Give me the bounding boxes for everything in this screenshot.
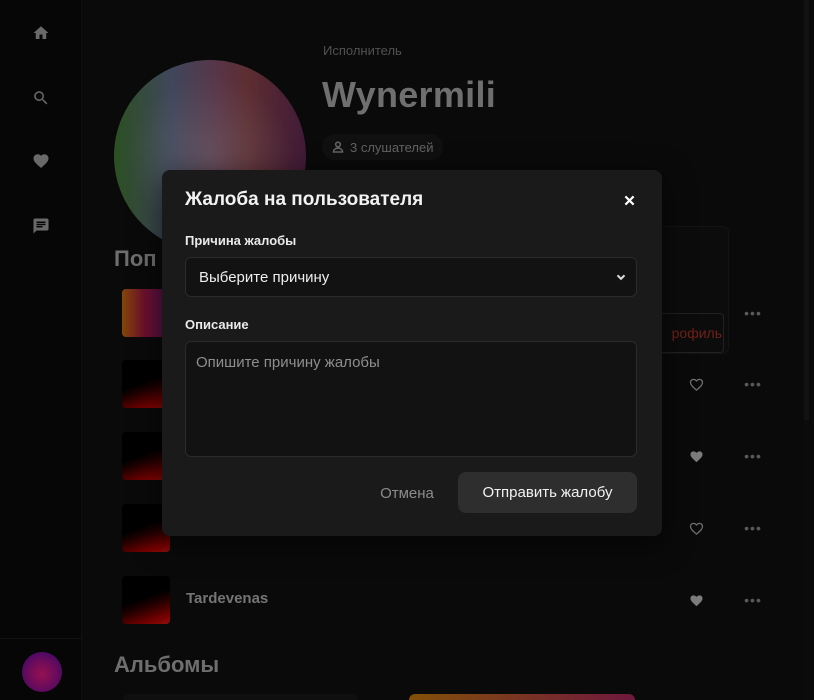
dialog-title: Жалоба на пользователя <box>185 189 424 210</box>
description-label: Описание <box>185 317 249 332</box>
app-window: Исполнитель Wynermili 3 слушателей Поп р… <box>0 0 814 700</box>
submit-report-button[interactable]: Отправить жалобу <box>458 472 637 513</box>
reason-select-value: Выберите причину <box>199 268 330 286</box>
cancel-button[interactable]: Отмена <box>367 473 447 513</box>
report-user-dialog: Жалоба на пользователя Причина жалобы Вы… <box>162 170 662 536</box>
chevron-down-icon <box>614 270 628 284</box>
dialog-close-button[interactable] <box>620 191 638 209</box>
close-icon <box>624 195 634 205</box>
description-textarea[interactable] <box>185 341 637 457</box>
reason-label: Причина жалобы <box>185 233 297 248</box>
reason-select[interactable]: Выберите причину <box>185 257 637 297</box>
